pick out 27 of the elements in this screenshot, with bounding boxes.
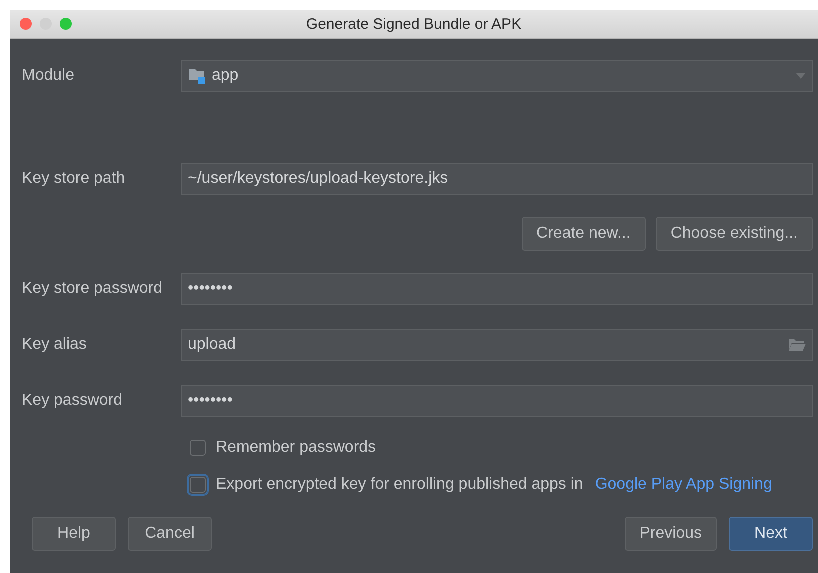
window-title: Generate Signed Bundle or APK <box>306 16 522 32</box>
close-icon[interactable] <box>20 18 32 30</box>
checkbox-label: Remember passwords <box>216 439 376 457</box>
field-label: Key alias <box>22 336 88 354</box>
key-store-button[interactable]: Create new... <box>522 217 646 251</box>
dialog-button[interactable]: Next <box>729 517 813 551</box>
module-folder-icon <box>188 68 206 84</box>
input-field[interactable]: ~/user/keystores/upload-keystore.jks <box>181 163 813 195</box>
dropdown-caret-icon <box>796 73 806 79</box>
checkbox[interactable] <box>190 477 206 493</box>
field-label: Key store path <box>22 170 126 188</box>
field-label: Module <box>22 67 76 85</box>
module-dropdown[interactable]: app <box>181 60 813 92</box>
maximize-icon[interactable] <box>60 18 72 30</box>
input-field[interactable]: upload <box>181 329 813 361</box>
checkbox-label: Export encrypted key for enrolling published apps in <box>216 476 584 494</box>
folder-icon[interactable] <box>788 338 806 352</box>
dialog-button[interactable]: Help <box>32 517 116 551</box>
signing-link[interactable]: Google Play App Signing <box>595 476 772 494</box>
dialog-button[interactable]: Cancel <box>128 517 212 551</box>
input-field[interactable]: •••••••• <box>181 273 813 305</box>
input-field[interactable]: •••••••• <box>181 385 813 417</box>
field-label: Key store password <box>22 280 164 298</box>
checkbox[interactable] <box>190 440 206 456</box>
key-store-button[interactable]: Choose existing... <box>656 217 813 251</box>
dialog-button[interactable]: Previous <box>624 517 717 551</box>
field-label: Key password <box>22 392 124 410</box>
